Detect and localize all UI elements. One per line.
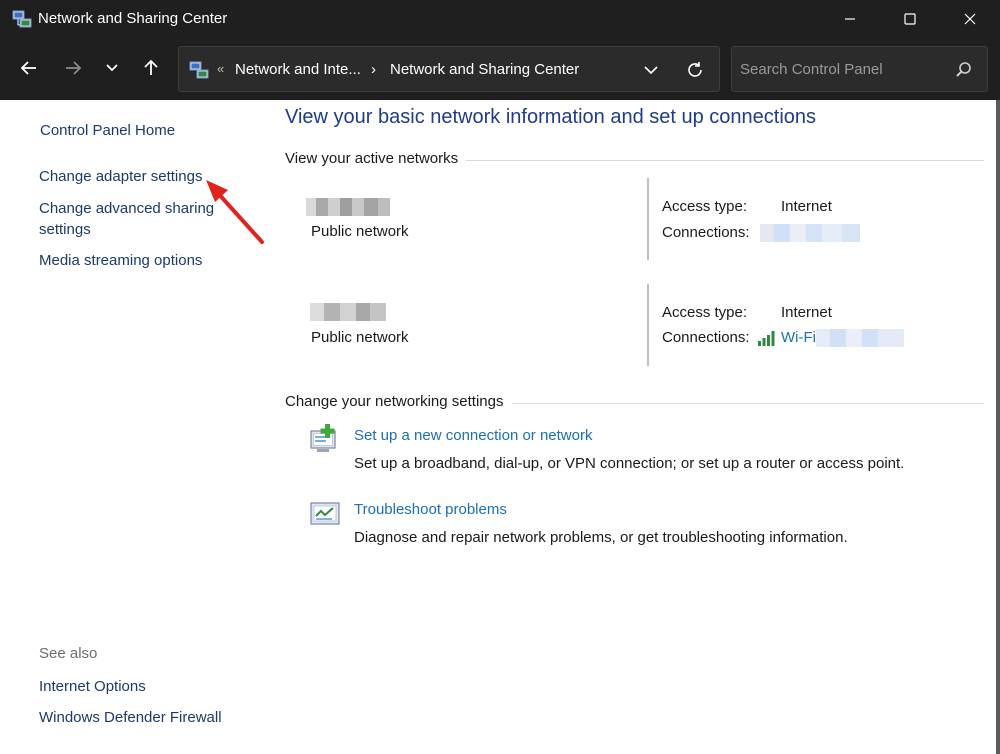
close-button[interactable] xyxy=(940,0,1000,38)
setup-connection-description: Set up a broadband, dial-up, or VPN conn… xyxy=(354,455,905,472)
network-center-icon xyxy=(189,61,209,79)
new-connection-icon xyxy=(310,424,336,452)
window-edge xyxy=(996,100,1000,754)
windows-defender-firewall-link[interactable]: Windows Defender Firewall xyxy=(39,707,222,728)
search-box[interactable] xyxy=(731,46,988,92)
network-type: Public network xyxy=(311,223,409,240)
access-type-value: Internet xyxy=(781,304,832,321)
connections-label: Connections: xyxy=(662,329,750,346)
minimize-icon xyxy=(845,18,855,20)
arrow-up-icon xyxy=(144,59,158,75)
address-dropdown-button[interactable] xyxy=(637,60,665,80)
maximize-button[interactable] xyxy=(880,0,940,38)
troubleshoot-icon xyxy=(310,502,340,525)
section-divider xyxy=(466,160,984,161)
up-button[interactable] xyxy=(133,50,169,86)
network-divider xyxy=(647,178,649,260)
internet-options-link[interactable]: Internet Options xyxy=(39,676,146,697)
chevron-down-icon xyxy=(644,66,658,75)
close-icon xyxy=(964,13,976,25)
access-type-label: Access type: xyxy=(662,198,748,215)
page-title: View your basic network information and … xyxy=(285,106,817,128)
access-type-label: Access type: xyxy=(662,304,748,321)
network-divider xyxy=(647,284,649,366)
change-settings-heading: Change your networking settings xyxy=(285,393,512,410)
arrow-left-icon xyxy=(20,61,36,75)
wifi-connection-link[interactable]: Wi-Fi xyxy=(781,329,816,346)
network-name-redacted xyxy=(310,303,386,321)
section-divider xyxy=(512,403,984,404)
search-input[interactable] xyxy=(740,57,950,81)
window-title: Network and Sharing Center xyxy=(38,10,228,27)
connections-label: Connections: xyxy=(662,224,750,241)
network-center-icon xyxy=(12,10,32,28)
arrow-right-icon xyxy=(66,61,82,75)
breadcrumb-network-internet[interactable]: Network and Inte... xyxy=(235,61,361,78)
media-streaming-options-link[interactable]: Media streaming options xyxy=(39,250,202,271)
breadcrumb-overflow[interactable]: « xyxy=(217,61,224,76)
maximize-icon xyxy=(904,13,916,25)
control-panel-home-link[interactable]: Control Panel Home xyxy=(40,120,175,141)
search-icon[interactable] xyxy=(954,60,974,80)
navigation-bar: « Network and Inte... › Network and Shar… xyxy=(0,38,1000,100)
minimize-button[interactable] xyxy=(820,0,880,38)
back-button[interactable] xyxy=(11,50,47,86)
connection-name-redacted[interactable] xyxy=(816,329,904,347)
access-type-value: Internet xyxy=(781,198,832,215)
breadcrumb-network-sharing-center[interactable]: Network and Sharing Center xyxy=(390,61,579,78)
chevron-down-icon xyxy=(106,64,118,72)
address-bar[interactable]: « Network and Inte... › Network and Shar… xyxy=(178,46,720,92)
network-type: Public network xyxy=(311,329,409,346)
title-bar: Network and Sharing Center xyxy=(0,0,1000,38)
network-name-redacted xyxy=(306,198,390,216)
breadcrumb-separator[interactable]: › xyxy=(371,61,376,78)
recent-locations-button[interactable] xyxy=(94,50,130,86)
connection-name-redacted[interactable] xyxy=(760,224,860,242)
setup-connection-link[interactable]: Set up a new connection or network xyxy=(354,427,592,444)
refresh-icon xyxy=(688,62,702,77)
wifi-signal-icon xyxy=(758,331,775,346)
troubleshoot-description: Diagnose and repair network problems, or… xyxy=(354,529,848,546)
troubleshoot-problems-link[interactable]: Troubleshoot problems xyxy=(354,501,507,518)
see-also-heading: See also xyxy=(39,645,98,662)
annotation-arrow-icon xyxy=(206,180,264,244)
refresh-button[interactable] xyxy=(681,57,709,83)
change-adapter-settings-link[interactable]: Change adapter settings xyxy=(39,166,202,187)
forward-button[interactable] xyxy=(55,50,91,86)
active-networks-heading: View your active networks xyxy=(285,150,467,167)
